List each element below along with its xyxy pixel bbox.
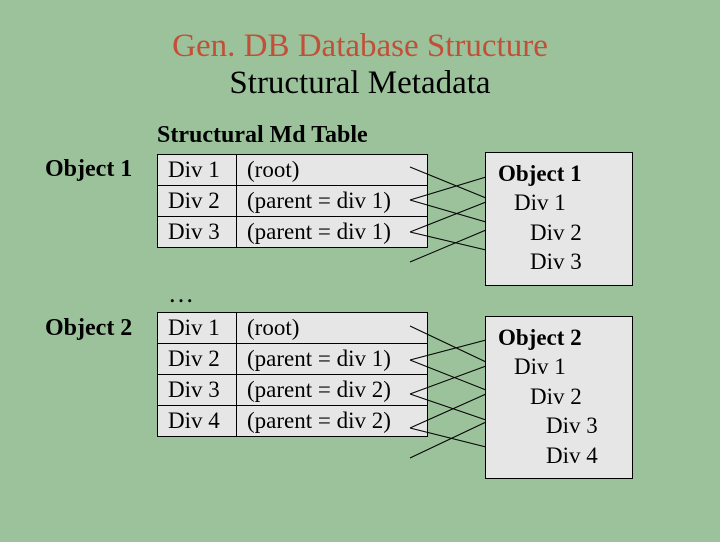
note-cell: (parent = div 1): [237, 217, 428, 248]
tree-level-2: Div 2: [498, 218, 618, 247]
div-cell: Div 1: [158, 155, 237, 186]
hierarchy-title: Object 2: [498, 323, 618, 352]
object-1-side-label: Object 1: [45, 156, 132, 183]
hierarchy-box-object-2: Object 2 Div 1 Div 2 Div 3 Div 4: [485, 316, 633, 479]
tree-level-2: Div 2: [498, 382, 618, 411]
note-cell: (root): [237, 155, 428, 186]
hierarchy-box-object-1: Object 1 Div 1 Div 2 Div 3: [485, 152, 633, 286]
note-cell: (parent = div 2): [237, 406, 428, 437]
structural-md-table-object-2: Div 1 (root) Div 2 (parent = div 1) Div …: [157, 312, 428, 437]
table-row: Div 4 (parent = div 2): [158, 406, 428, 437]
note-cell: (root): [237, 313, 428, 344]
div-cell: Div 2: [158, 344, 237, 375]
table-row: Div 1 (root): [158, 313, 428, 344]
object-2-side-label: Object 2: [45, 315, 132, 342]
div-cell: Div 4: [158, 406, 237, 437]
div-cell: Div 3: [158, 375, 237, 406]
title-block: Gen. DB Database Structure Structural Me…: [0, 0, 720, 102]
table-header: Structural Md Table: [157, 122, 368, 149]
tree-level-3: Div 3: [498, 411, 618, 440]
div-cell: Div 3: [158, 217, 237, 248]
div-cell: Div 1: [158, 313, 237, 344]
table-row: Div 3 (parent = div 2): [158, 375, 428, 406]
tree-level-1: Div 1: [498, 188, 618, 217]
table-ellipsis: …: [168, 279, 194, 309]
structural-md-table-object-1: Div 1 (root) Div 2 (parent = div 1) Div …: [157, 154, 428, 248]
table-row: Div 3 (parent = div 1): [158, 217, 428, 248]
tree-level-3: Div 4: [498, 441, 618, 470]
hierarchy-title: Object 1: [498, 159, 618, 188]
table-row: Div 2 (parent = div 1): [158, 344, 428, 375]
note-cell: (parent = div 1): [237, 186, 428, 217]
note-cell: (parent = div 2): [237, 375, 428, 406]
tree-level-1: Div 1: [498, 352, 618, 381]
note-cell: (parent = div 1): [237, 344, 428, 375]
div-cell: Div 2: [158, 186, 237, 217]
title-line-1: Gen. DB Database Structure: [0, 28, 720, 65]
table-row: Div 1 (root): [158, 155, 428, 186]
title-line-2: Structural Metadata: [0, 65, 720, 102]
tree-level-2: Div 3: [498, 247, 618, 276]
table-row: Div 2 (parent = div 1): [158, 186, 428, 217]
